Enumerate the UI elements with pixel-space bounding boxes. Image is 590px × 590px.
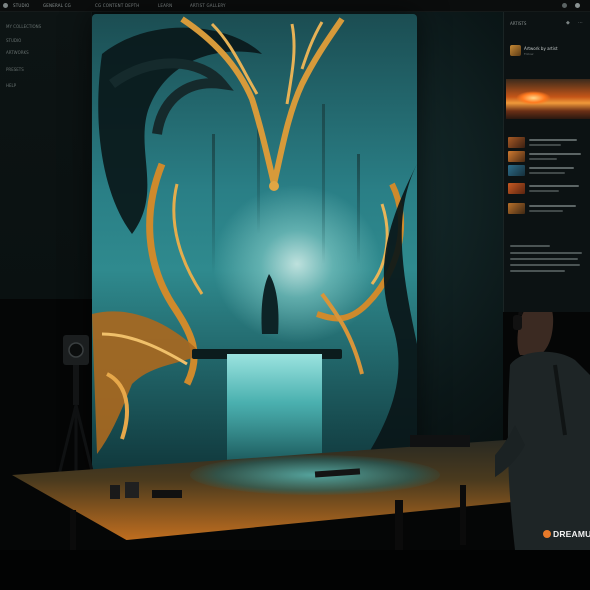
more-icon[interactable]: ⋯ xyxy=(578,20,583,26)
list-line xyxy=(529,190,559,192)
list-line xyxy=(529,205,576,207)
list-thumbnail xyxy=(508,137,525,148)
bookmark-icon[interactable]: ◆ xyxy=(566,20,570,26)
list-line xyxy=(529,210,563,212)
fire-flare xyxy=(516,91,551,105)
list-line xyxy=(529,144,561,146)
sidebar-text-line xyxy=(510,252,582,254)
brand-logo: DREAMU xyxy=(543,529,590,539)
list-line xyxy=(529,139,577,141)
sidebar-list-item[interactable] xyxy=(508,165,586,177)
list-thumbnail xyxy=(508,203,525,214)
sidebar-hero-image[interactable] xyxy=(506,79,590,119)
sidebar-title: ARTISTS xyxy=(510,21,527,26)
artist-name[interactable]: Artwork by artist xyxy=(524,46,558,51)
brand-mark-icon xyxy=(543,530,551,538)
sidebar-list-item[interactable] xyxy=(508,151,586,163)
list-line xyxy=(529,167,574,169)
list-line xyxy=(529,158,557,160)
list-line xyxy=(529,153,581,155)
worker-figure xyxy=(495,295,590,550)
list-thumbnail xyxy=(508,183,525,194)
scene: STUDIO GENERAL CG CG CONTENT DEPTH LEARN… xyxy=(0,0,590,590)
sidebar-text-line xyxy=(510,270,565,272)
brand-name: DREAMU xyxy=(553,529,590,539)
sidebar-text-line xyxy=(510,258,578,260)
sidebar-list-item[interactable] xyxy=(508,137,586,149)
list-thumbnail xyxy=(508,165,525,176)
list-line xyxy=(529,172,565,174)
sidebar-text-line xyxy=(510,245,550,247)
list-line xyxy=(529,185,579,187)
artist-avatar[interactable] xyxy=(510,45,521,56)
bottom-bar xyxy=(0,550,590,590)
sidebar-list-item[interactable] xyxy=(508,183,586,195)
artist-follow[interactable]: Follow xyxy=(524,52,533,56)
sidebar-list-item[interactable] xyxy=(508,203,586,215)
sidebar-text-line xyxy=(510,264,580,266)
list-thumbnail xyxy=(508,151,525,162)
